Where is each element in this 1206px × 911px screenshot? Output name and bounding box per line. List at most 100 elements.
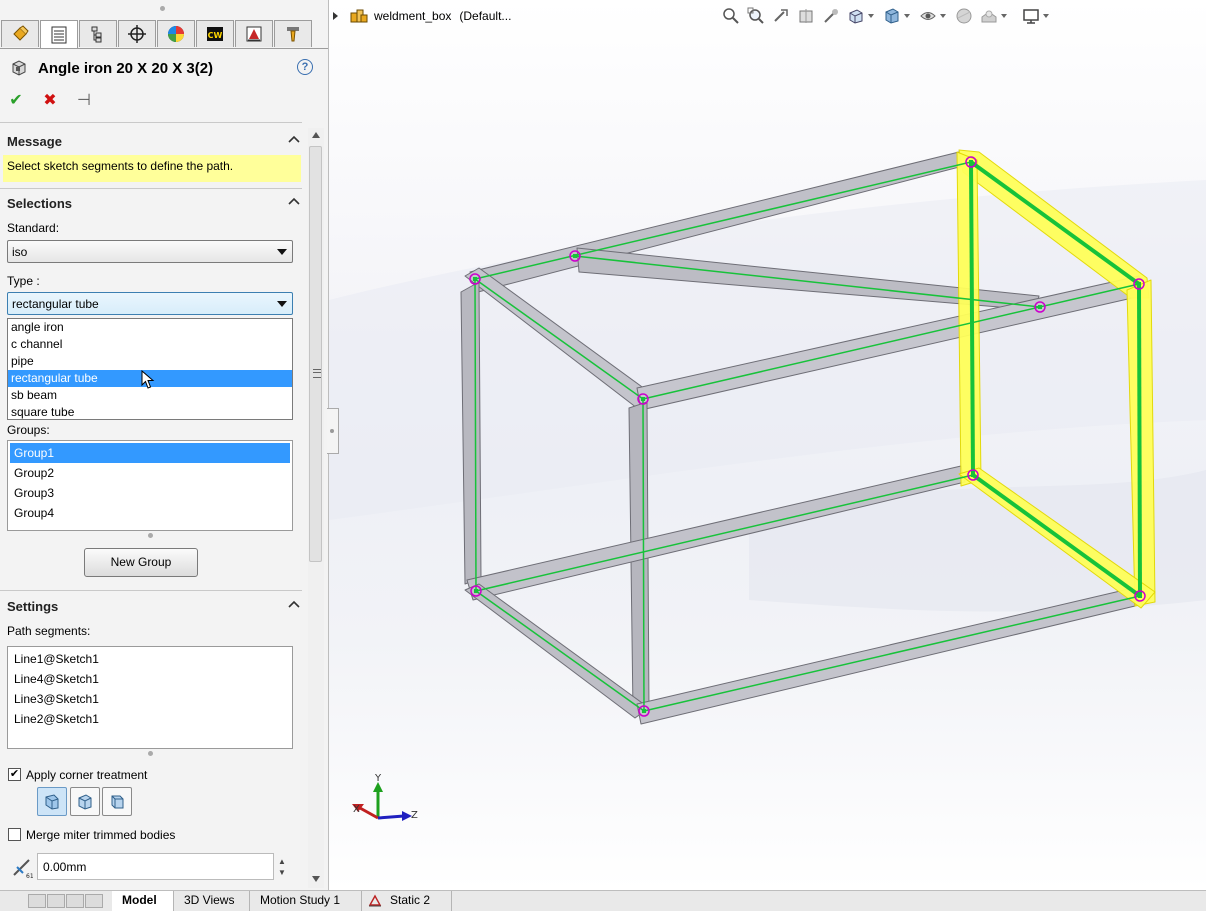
merge-miter-label: Merge miter trimmed bodies	[26, 828, 176, 842]
hide-show-items-button[interactable]	[918, 6, 938, 26]
scroll-up-icon[interactable]	[312, 132, 320, 138]
section-view-button[interactable]	[796, 6, 816, 26]
view-orientation-button[interactable]	[846, 6, 866, 26]
chevron-down-icon[interactable]	[1001, 14, 1007, 18]
group-item-selected[interactable]: Group1	[10, 443, 290, 463]
reference-triad: Y X Z	[352, 773, 418, 821]
end-miter-icon	[45, 793, 59, 810]
section-view-icon	[799, 9, 813, 23]
graphics-area[interactable]: Y X Z weldment_box (Default...	[329, 0, 1206, 890]
standard-label: Standard:	[7, 221, 60, 235]
zoom-to-area-button[interactable]	[746, 6, 766, 26]
help-icon[interactable]: ?	[297, 59, 313, 75]
tab-display-manager[interactable]	[157, 20, 195, 47]
list-resize-grip[interactable]	[148, 533, 153, 538]
tab-configuration-manager[interactable]	[79, 20, 117, 47]
previous-view-icon	[774, 9, 788, 22]
tab-motion-study[interactable]: Motion Study 1	[250, 891, 362, 911]
type-select[interactable]: rectangular tube	[7, 292, 293, 315]
prev-tab-button[interactable]	[47, 894, 65, 908]
group-item[interactable]: Group2	[10, 463, 290, 483]
chevron-down-icon[interactable]	[904, 14, 910, 18]
collapse-settings-icon[interactable]	[288, 600, 300, 611]
corner-treatment-label: Apply corner treatment	[26, 768, 148, 782]
type-option[interactable]: c channel	[8, 336, 292, 353]
groups-list: Group1 Group2 Group3 Group4	[7, 440, 293, 531]
zoom-to-fit-button[interactable]	[721, 6, 741, 26]
configuration-manager-icon	[91, 26, 102, 43]
gap-spinner[interactable]: ▲ ▼	[278, 856, 286, 878]
group-item[interactable]: Group3	[10, 483, 290, 503]
feature-tree-root[interactable]: weldment_box (Default...	[333, 8, 511, 24]
chevron-down-icon[interactable]	[868, 14, 874, 18]
panel-splitter-handle[interactable]	[327, 408, 339, 454]
path-segment-item[interactable]: Line2@Sketch1	[10, 709, 290, 729]
type-option[interactable]: angle iron	[8, 319, 292, 336]
type-option[interactable]: pipe	[8, 353, 292, 370]
feature-name: Angle iron 20 X 20 X 3(2)	[38, 59, 214, 77]
type-label: Type :	[7, 274, 40, 288]
tab-property-manager[interactable]	[40, 20, 78, 48]
last-tab-button[interactable]	[85, 894, 103, 908]
first-tab-button[interactable]	[28, 894, 46, 908]
ok-icon[interactable]: ✔	[8, 90, 24, 110]
group-item[interactable]: Group4	[10, 503, 290, 523]
groups-label: Groups:	[7, 423, 50, 437]
bottom-tab-bar: Model 3D Views Motion Study 1 Static 2	[0, 890, 1206, 911]
appearance-icon	[168, 26, 184, 42]
eye-icon	[920, 12, 936, 20]
path-segment-item[interactable]: Line4@Sketch1	[10, 669, 290, 689]
type-option[interactable]: square tube	[8, 404, 292, 421]
end-miter-button[interactable]	[37, 787, 67, 816]
path-segments-list[interactable]: Line1@Sketch1 Line4@Sketch1 Line3@Sketch…	[7, 646, 293, 749]
tab-feature-manager[interactable]	[1, 20, 39, 47]
expand-arrow-icon[interactable]	[333, 12, 338, 20]
tab-model[interactable]: Model	[112, 891, 174, 911]
end-butt1-button[interactable]	[70, 787, 100, 816]
corner-treatment-checkbox[interactable]: ✔	[8, 768, 21, 781]
tab-tool[interactable]	[274, 20, 312, 47]
path-segment-item[interactable]: Line1@Sketch1	[10, 649, 290, 669]
display-style-icon	[885, 8, 899, 24]
edit-appearance-button[interactable]	[954, 6, 974, 26]
part-name: weldment_box	[374, 9, 452, 23]
scroll-thumb[interactable]	[309, 146, 322, 562]
pin-icon[interactable]: ⊣	[76, 90, 92, 110]
simulation-icon	[246, 26, 262, 42]
chevron-down-icon[interactable]	[1043, 14, 1049, 18]
panel-grip[interactable]	[160, 6, 165, 11]
weldment-model-view[interactable]: Y X Z	[329, 0, 1206, 890]
display-style-button[interactable]	[882, 6, 902, 26]
type-dropdown-list: angle iron c channel pipe rectangular tu…	[7, 318, 293, 420]
new-group-button[interactable]: New Group	[84, 548, 198, 577]
apply-scene-button[interactable]	[979, 6, 999, 26]
standard-select[interactable]: iso	[7, 240, 293, 263]
zoom-to-area-icon	[747, 7, 764, 24]
cancel-icon[interactable]: ✖	[42, 90, 58, 110]
tab-dimxpert-manager[interactable]	[118, 20, 156, 47]
next-tab-button[interactable]	[66, 894, 84, 908]
panel-scrollbar[interactable]	[308, 128, 324, 888]
tab-3d-views[interactable]: 3D Views	[174, 891, 250, 911]
zoom-to-fit-icon	[723, 8, 739, 24]
collapse-message-icon[interactable]	[288, 135, 300, 146]
merge-miter-checkbox[interactable]	[8, 828, 21, 841]
tab-static-study[interactable]: Static 2	[380, 891, 452, 911]
tab-simulation[interactable]	[235, 20, 273, 47]
message-section-header[interactable]: Message	[7, 134, 62, 149]
path-segment-item[interactable]: Line3@Sketch1	[10, 689, 290, 709]
dynamic-annotation-button[interactable]	[821, 6, 841, 26]
chevron-down-icon[interactable]	[940, 14, 946, 18]
list-resize-grip[interactable]	[148, 751, 153, 756]
appearance-sphere-icon	[956, 8, 972, 24]
scroll-down-icon[interactable]	[312, 876, 320, 882]
view-settings-button[interactable]	[1021, 6, 1041, 26]
svg-text:61: 61	[26, 873, 33, 879]
selections-section-header[interactable]: Selections	[7, 196, 72, 211]
gap-distance-input[interactable]: 0.00mm	[37, 853, 274, 880]
tab-cam-manager[interactable]: CW	[196, 20, 234, 47]
end-butt2-button[interactable]	[102, 787, 132, 816]
previous-view-button[interactable]	[771, 6, 791, 26]
collapse-selections-icon[interactable]	[288, 197, 300, 208]
settings-section-header[interactable]: Settings	[7, 599, 58, 614]
